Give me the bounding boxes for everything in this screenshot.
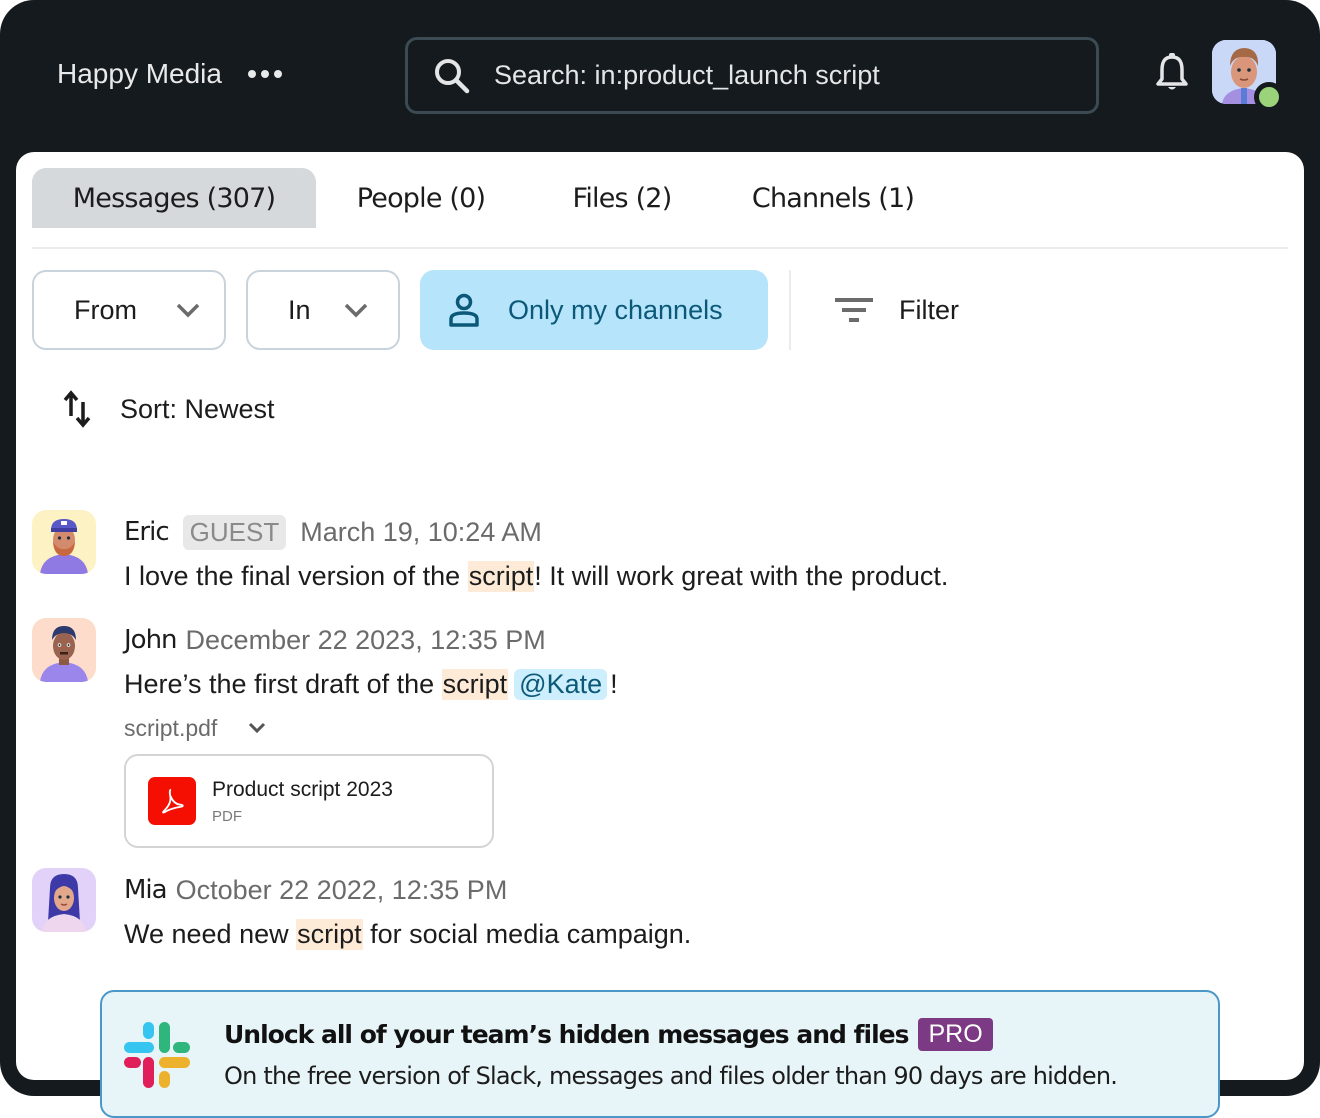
from-dropdown[interactable]: From (32, 270, 226, 350)
message-text-part: for social media campaign. (362, 918, 692, 949)
search-results-panel: Messages (307) People (0) Files (2) Chan… (16, 152, 1304, 1080)
chevron-down-icon (176, 303, 200, 318)
workspace-switcher[interactable]: Happy Media (57, 58, 282, 90)
message-author[interactable]: John (124, 625, 178, 655)
filter-icon (835, 298, 873, 322)
sort-arrows-icon (63, 390, 91, 428)
message-author[interactable]: Eric (124, 517, 170, 547)
file-attachment-card[interactable]: Product script 2023 PDF (124, 754, 494, 848)
message-meta: John December 22 2023, 12:35 PM (124, 618, 1274, 662)
tab-divider (32, 247, 1288, 249)
attachment-toggle[interactable]: script.pdf (124, 708, 1274, 748)
search-icon (435, 58, 470, 93)
in-dropdown[interactable]: In (246, 270, 400, 350)
user-mention[interactable]: @Kate (514, 668, 608, 700)
online-status-indicator (1254, 82, 1284, 112)
search-highlight: script (296, 918, 363, 950)
message-text-part: ! It will work great with the product. (534, 560, 949, 591)
only-my-channels-label: Only my channels (508, 294, 723, 325)
message-meta: Mia October 22 2022, 12:35 PM (124, 868, 1274, 912)
avatar[interactable] (32, 510, 96, 574)
chevron-down-icon (344, 303, 367, 318)
chevron-down-icon (249, 722, 266, 734)
workspace-name: Happy Media (57, 58, 222, 89)
pro-badge: PRO (918, 1018, 993, 1051)
attachment-filename: script.pdf (124, 714, 218, 741)
banner-title-text: Unlock all of your team’s hidden message… (224, 1020, 909, 1049)
message-text-part: Here’s the first draft of the (124, 668, 442, 699)
file-info: Product script 2023 PDF (212, 778, 393, 825)
message-text-part: We need new (124, 918, 297, 949)
more-horizontal-icon[interactable] (247, 70, 282, 78)
message-content: John December 22 2023, 12:35 PM Here’s t… (124, 618, 1274, 848)
search-input[interactable]: Search: in:product_launch script (405, 37, 1099, 114)
message-text: We need new script for social media camp… (124, 912, 1274, 956)
in-label: In (288, 294, 311, 325)
message-text: Here’s the first draft of the script @Kat… (124, 662, 1274, 706)
message-content: Mia October 22 2022, 12:35 PM We need ne… (124, 868, 1274, 956)
pdf-file-icon (148, 777, 196, 825)
avatar[interactable] (32, 618, 96, 682)
message-meta: Eric GUEST March 19, 10:24 AM (124, 510, 1274, 554)
slack-logo-icon (124, 1022, 190, 1088)
message-author[interactable]: Mia (124, 875, 168, 905)
tab-people[interactable]: People (0) (316, 168, 526, 228)
file-type: PDF (212, 807, 242, 825)
filter-bar: From In Only my channels Filter (32, 270, 959, 350)
from-label: From (74, 294, 137, 325)
tab-messages[interactable]: Messages (307) (32, 168, 316, 228)
avatar-image-mia (32, 868, 96, 932)
banner-title: Unlock all of your team’s hidden message… (224, 1018, 993, 1051)
filter-label: Filter (899, 294, 959, 325)
sort-button[interactable]: Sort: Newest (62, 390, 275, 428)
search-highlight: script (467, 560, 535, 592)
avatar-image-john (32, 618, 96, 682)
only-my-channels-toggle[interactable]: Only my channels (420, 270, 768, 350)
sort-label: Sort: Newest (120, 393, 275, 424)
banner-subtitle: On the free version of Slack, messages a… (224, 1062, 1118, 1090)
message-text-part: ! (610, 668, 618, 699)
message-timestamp[interactable]: March 19, 10:24 AM (300, 517, 542, 548)
bell-icon[interactable] (1153, 52, 1191, 92)
result-tabs: Messages (307) People (0) Files (2) Chan… (32, 168, 948, 228)
upgrade-banner[interactable]: Unlock all of your team’s hidden message… (100, 990, 1220, 1118)
person-icon (449, 293, 479, 327)
filter-separator (789, 270, 791, 350)
message-text: I love the final version of the script! … (124, 554, 1274, 598)
message-content: Eric GUEST March 19, 10:24 AM I love the… (124, 510, 1274, 598)
avatar-image-eric (32, 510, 96, 574)
top-bar: Happy Media Search: in:product_launch sc… (0, 0, 1320, 152)
search-highlight: script (441, 668, 509, 700)
message-timestamp[interactable]: October 22 2022, 12:35 PM (176, 875, 508, 906)
tab-channels[interactable]: Channels (1) (718, 168, 948, 228)
avatar[interactable] (32, 868, 96, 932)
filter-button[interactable]: Filter (835, 295, 959, 326)
user-avatar[interactable] (1212, 40, 1284, 112)
guest-badge: GUEST (182, 514, 287, 550)
tab-files[interactable]: Files (2) (526, 168, 718, 228)
search-query: Search: in:product_launch script (494, 60, 880, 90)
message-text-part: I love the final version of the (124, 560, 468, 591)
message-timestamp[interactable]: December 22 2023, 12:35 PM (186, 625, 546, 656)
file-title: Product script 2023 (212, 777, 393, 801)
